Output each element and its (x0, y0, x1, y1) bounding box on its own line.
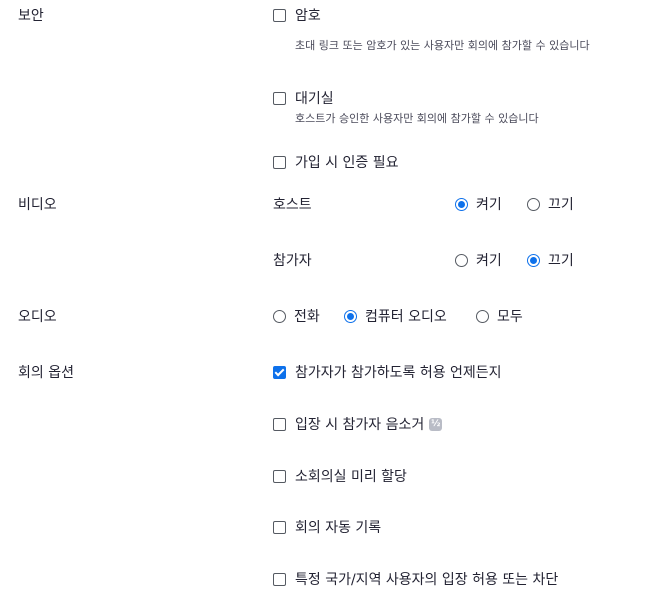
video-participant-off-option[interactable]: 끄기 (527, 250, 574, 270)
audio-computer-label: 컴퓨터 오디오 (365, 309, 447, 325)
video-host-label: 호스트 (273, 197, 312, 213)
video-host-off-radio[interactable] (527, 197, 540, 211)
region-restrict-label: 특정 국가/지역 사용자의 입장 허용 또는 차단 (295, 572, 559, 588)
passcode-option[interactable]: 암호 (273, 5, 321, 25)
auto-record-checkbox[interactable] (273, 520, 286, 534)
allow-join-anytime-checkbox[interactable] (273, 365, 286, 379)
passcode-checkbox[interactable] (273, 8, 286, 22)
breakout-preassign-option[interactable]: 소회의실 미리 할당 (273, 466, 407, 486)
auth-required-checkbox[interactable] (273, 155, 286, 169)
video-participant-off-label: 끄기 (548, 253, 574, 269)
audio-phone-radio[interactable] (273, 309, 286, 323)
meeting-options-section-label: 회의 옵션 (18, 365, 74, 381)
passcode-description: 초대 링크 또는 암호가 있는 사용자만 회의에 참가할 수 있습니다 (295, 39, 590, 52)
region-restrict-option[interactable]: 특정 국가/지역 사용자의 입장 허용 또는 차단 (273, 569, 558, 589)
video-participant-on-option[interactable]: 켜기 (455, 250, 502, 270)
video-participant-on-radio[interactable] (455, 253, 468, 267)
auto-record-label: 회의 자동 기록 (295, 520, 382, 536)
breakout-preassign-label: 소회의실 미리 할당 (295, 469, 407, 485)
audio-computer-radio[interactable] (344, 309, 357, 323)
passcode-label: 암호 (295, 8, 321, 24)
waiting-room-option[interactable]: 대기실 (273, 88, 334, 108)
auto-record-option[interactable]: 회의 자동 기록 (273, 517, 381, 537)
mute-on-entry-option[interactable]: 입장 시 참가자 음소거 ½ (273, 414, 443, 434)
auth-required-option[interactable]: 가입 시 인증 필요 (273, 152, 399, 172)
region-restrict-checkbox[interactable] (273, 572, 286, 586)
auth-required-label: 가입 시 인증 필요 (295, 155, 399, 171)
audio-option-computer[interactable]: 컴퓨터 오디오 (344, 306, 447, 326)
allow-join-anytime-label: 참가자가 참가하도록 허용 언제든지 (295, 365, 502, 381)
video-section-label: 비디오 (18, 197, 57, 213)
mute-on-entry-label: 입장 시 참가자 음소거 (295, 417, 425, 433)
waiting-room-label: 대기실 (295, 91, 334, 107)
audio-both-label: 모두 (497, 309, 523, 325)
video-host-off-option[interactable]: 끄기 (527, 194, 574, 214)
video-host-on-radio[interactable] (455, 197, 468, 211)
video-participant-label: 참가자 (273, 253, 312, 269)
video-participant-on-label: 켜기 (476, 253, 502, 269)
allow-join-anytime-option[interactable]: 참가자가 참가하도록 허용 언제든지 (273, 362, 502, 382)
video-participant-off-radio[interactable] (527, 253, 540, 267)
video-host-on-label: 켜기 (476, 197, 502, 213)
video-host-off-label: 끄기 (548, 197, 574, 213)
audio-option-both[interactable]: 모두 (476, 306, 523, 326)
mute-on-entry-checkbox[interactable] (273, 417, 286, 431)
audio-section-label: 오디오 (18, 309, 57, 325)
security-section-label: 보안 (18, 8, 44, 24)
info-badge-icon[interactable]: ½ (429, 417, 443, 431)
video-host-on-option[interactable]: 켜기 (455, 194, 502, 214)
audio-phone-label: 전화 (294, 309, 320, 325)
audio-option-phone[interactable]: 전화 (273, 306, 320, 326)
breakout-preassign-checkbox[interactable] (273, 469, 286, 483)
audio-both-radio[interactable] (476, 309, 489, 323)
waiting-room-checkbox[interactable] (273, 91, 286, 105)
waiting-room-description: 호스트가 승인한 사용자만 회의에 참가할 수 있습니다 (295, 112, 539, 125)
